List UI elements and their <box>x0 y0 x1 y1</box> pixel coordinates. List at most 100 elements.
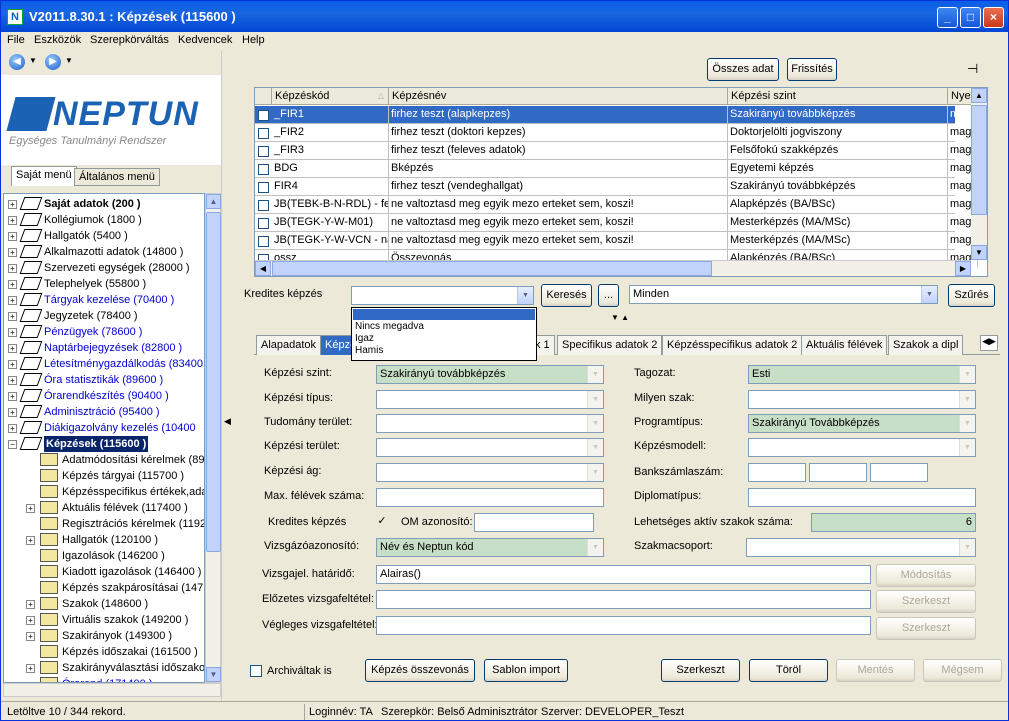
expand-icon[interactable]: + <box>8 424 17 433</box>
expand-icon[interactable]: + <box>8 328 17 337</box>
dropdown-arrow-icon[interactable]: ▼ <box>587 439 603 456</box>
grid-header-kepzesnev[interactable]: Képzésnév <box>389 88 728 105</box>
dropdown-arrow-icon[interactable]: ▼ <box>959 391 975 408</box>
expand-icon[interactable]: + <box>8 248 17 257</box>
bankszamla-input-2[interactable] <box>809 463 867 482</box>
tree-item[interactable]: Képzés tárgyai (115700 ) <box>4 468 204 484</box>
save-button[interactable]: Mentés <box>836 659 915 682</box>
filter-button[interactable]: Szűrés <box>948 284 995 307</box>
tree-hscrollbar[interactable] <box>3 683 221 697</box>
kepzesi-terulet-combo[interactable]: ▼ <box>376 438 604 457</box>
expand-icon[interactable]: + <box>8 296 17 305</box>
vizsgajel-input[interactable]: Alairas() <box>376 565 871 584</box>
maximize-button[interactable]: □ <box>960 7 981 28</box>
row-checkbox[interactable] <box>258 200 269 211</box>
grid-vscrollbar[interactable]: ▲ ▼ <box>971 88 987 260</box>
menu-help[interactable]: Help <box>242 34 265 46</box>
szerkeszt-vegleges-button[interactable]: Szerkeszt <box>876 617 976 640</box>
table-row[interactable]: JB(TEGK-Y-W-M01) ne valtoztasd meg egyik … <box>255 214 978 232</box>
merge-button[interactable]: Képzés összevonás <box>365 659 475 682</box>
splitter[interactable]: ◀ <box>221 51 233 701</box>
tree-item[interactable]: + Jegyzetek (78400 ) <box>4 308 204 324</box>
row-checkbox[interactable] <box>258 236 269 247</box>
expand-icon[interactable]: + <box>8 408 17 417</box>
cancel-button[interactable]: Mégsem <box>923 659 1002 682</box>
tree-item[interactable]: + Saját adatok (200 ) <box>4 196 204 212</box>
tree-item[interactable]: + Óra statisztikák (89600 ) <box>4 372 204 388</box>
szakmacsoport-combo[interactable]: ▼ <box>746 538 976 557</box>
ellipsis-button[interactable]: ... <box>598 284 619 307</box>
modositas-button[interactable]: Módosítás <box>876 564 976 587</box>
tree-item[interactable]: Órarend (171400 ) <box>4 676 204 682</box>
tree-item[interactable]: + Szakok (148600 ) <box>4 596 204 612</box>
expand-icon[interactable]: + <box>26 616 35 625</box>
kredites-filter-combo[interactable]: ▼ <box>351 286 534 305</box>
back-arrow-icon[interactable]: ◀ <box>9 54 25 70</box>
diplomatipus-input[interactable] <box>748 488 976 507</box>
table-row[interactable]: _FIR1 firhez teszt (alapkepzes) Szakirányú… <box>255 106 978 124</box>
szerkeszt-elozetes-button[interactable]: Szerkeszt <box>876 590 976 613</box>
menu-kedvencek[interactable]: Kedvencek <box>178 34 232 46</box>
table-row[interactable]: _FIR2 firhez teszt (doktori kepzes) Doktor… <box>255 124 978 142</box>
row-checkbox[interactable] <box>258 182 269 193</box>
dropdown-arrow-icon[interactable]: ▼ <box>587 464 603 481</box>
dropdown-arrow-icon[interactable]: ▼ <box>921 286 937 303</box>
tree-item[interactable]: Regisztrációs kérelmek (1192 <box>4 516 204 532</box>
collapse-icon[interactable]: − <box>8 440 17 449</box>
tree-item[interactable]: + Pénzügyek (78600 ) <box>4 324 204 340</box>
tree-item[interactable]: Kiadott igazolások (146400 ) <box>4 564 204 580</box>
milyen-szak-combo[interactable]: ▼ <box>748 390 976 409</box>
menu-szerepkorvaltas[interactable]: Szerepkörváltás <box>90 34 169 46</box>
dropdown-option-igaz[interactable]: Igaz <box>355 333 374 344</box>
close-button[interactable]: × <box>983 7 1004 28</box>
expand-icon[interactable]: + <box>8 264 17 273</box>
tree-item[interactable]: + Szakirányválasztási időszakol <box>4 660 204 676</box>
expand-icon[interactable]: + <box>26 600 35 609</box>
tab-szakok-dipl[interactable]: Szakok a dipl <box>888 335 964 355</box>
expand-icon[interactable]: + <box>8 376 17 385</box>
all-data-button[interactable]: Összes adat <box>707 58 779 81</box>
tree-item[interactable]: Képzésspecifikus értékek,ada <box>4 484 204 500</box>
dropdown-arrow-icon[interactable]: ▼ <box>587 415 603 432</box>
expand-icon[interactable]: + <box>26 504 35 513</box>
dropdown-arrow-icon[interactable]: ▼ <box>959 539 975 556</box>
tree-scrollbar[interactable]: ▲ ▼ <box>205 193 221 683</box>
grid-scroll-down-icon[interactable]: ▼ <box>971 245 987 260</box>
dropdown-option-hamis[interactable]: Hamis <box>355 345 383 356</box>
kepzesi-ag-combo[interactable]: ▼ <box>376 463 604 482</box>
programtipus-combo[interactable]: Szakirányú Továbbképzés ▼ <box>748 414 976 433</box>
table-row[interactable]: BDG Bképzés Egyetemi képzés mag <box>255 160 978 178</box>
collapse-arrow-icon[interactable]: ◀ <box>224 416 232 436</box>
grid-hscrollbar[interactable]: ◀ ▶ <box>255 260 971 276</box>
tree-item[interactable]: + Szervezeti egységek (28000 ) <box>4 260 204 276</box>
tudomany-terulet-combo[interactable]: ▼ <box>376 414 604 433</box>
max-felevek-input[interactable] <box>376 488 604 507</box>
tab-specifikus-2[interactable]: Specifikus adatok 2 <box>557 335 663 355</box>
dropdown-option-nincs[interactable]: Nincs megadva <box>355 321 424 332</box>
scroll-up-icon[interactable]: ▲ <box>206 194 221 209</box>
scroll-down-icon[interactable]: ▼ <box>206 667 221 682</box>
dropdown-arrow-icon[interactable]: ▼ <box>959 366 975 383</box>
tree-item[interactable]: Képzés szakpárosításai (1471 <box>4 580 204 596</box>
tree-item[interactable]: + Szakirányok (149300 ) <box>4 628 204 644</box>
scroll-thumb[interactable] <box>206 212 221 552</box>
expand-icon[interactable]: + <box>26 664 35 673</box>
tab-kepzesspecifikus-2[interactable]: Képzésspecifikus adatok 2 <box>662 335 803 355</box>
refresh-button[interactable]: Frissítés <box>787 58 837 81</box>
forward-dropdown-icon[interactable]: ▼ <box>65 56 73 65</box>
kepzesi-tipus-combo[interactable]: ▼ <box>376 390 604 409</box>
expand-icon[interactable]: + <box>8 344 17 353</box>
tree-item[interactable]: + Diákigazolvány kezelés (10400 <box>4 420 204 436</box>
edit-button[interactable]: Szerkeszt <box>661 659 740 682</box>
table-row[interactable]: _FIR3 firhez teszt (feleves adatok) Felsőf… <box>255 142 978 160</box>
elozetes-input[interactable] <box>376 590 871 609</box>
expand-icon[interactable]: + <box>8 200 17 209</box>
grid-scroll-right-icon[interactable]: ▶ <box>955 261 971 276</box>
scope-combo[interactable]: Minden ▼ <box>629 285 938 304</box>
panel-resize-arrows-icon[interactable]: ▼ ▲ <box>596 313 644 323</box>
expand-icon[interactable]: + <box>8 312 17 321</box>
tree-item[interactable]: − Képzések (115600 ) <box>4 436 204 452</box>
bankszamla-input-1[interactable] <box>748 463 806 482</box>
expand-icon[interactable]: + <box>8 392 17 401</box>
archived-checkbox[interactable] <box>250 665 262 677</box>
